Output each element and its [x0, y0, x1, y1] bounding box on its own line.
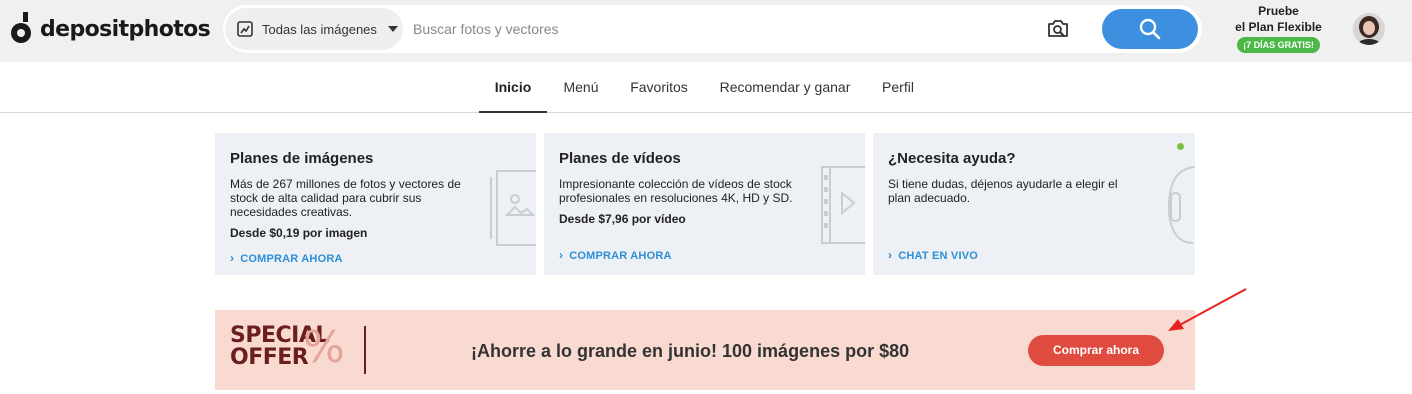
- card-link-label: COMPRAR AHORA: [569, 250, 672, 262]
- magnifier-icon: [1139, 18, 1161, 40]
- buy-images-link[interactable]: › COMPRAR AHORA: [230, 251, 343, 265]
- card-title: Planes de imágenes: [230, 150, 374, 167]
- user-avatar[interactable]: [1353, 13, 1385, 45]
- card-title: ¿Necesita ayuda?: [888, 150, 1016, 167]
- special-offer-banner: SPECIAL OFFER % ¡Ahorre a lo grande en j…: [215, 310, 1195, 390]
- free-trial-badge[interactable]: ¡7 DÍAS GRATIS!: [1237, 37, 1320, 53]
- chevron-down-icon: [387, 26, 398, 32]
- buy-now-button[interactable]: Comprar ahora: [1028, 335, 1164, 366]
- banner-headline: ¡Ahorre a lo grande en junio! 100 imágen…: [471, 341, 910, 361]
- image-type-icon: [237, 21, 253, 37]
- nav-tab-menu[interactable]: Menú: [555, 62, 607, 113]
- card-link-label: COMPRAR AHORA: [240, 253, 343, 265]
- depositphotos-logo[interactable]: depositphotos: [9, 12, 211, 46]
- annotation-arrow-icon: [1168, 288, 1247, 331]
- image-frame-icon: [490, 170, 536, 246]
- camera-search-icon[interactable]: [1046, 17, 1070, 41]
- nav-tab-favoritos[interactable]: Favoritos: [622, 62, 696, 113]
- logo-mark-icon: [9, 12, 35, 46]
- promo-line-1: Pruebe: [1258, 4, 1299, 18]
- video-plans-card: Planes de vídeos Impresionante colección…: [544, 133, 865, 275]
- chevron-right-icon: ›: [230, 251, 235, 265]
- flexible-plan-promo[interactable]: Pruebe el Plan Flexible ¡7 DÍAS GRATIS!: [1226, 3, 1331, 53]
- card-description: Si tiene dudas, déjenos ayudarle a elegi…: [888, 177, 1118, 205]
- percent-sign: %: [303, 322, 345, 373]
- image-type-label: Todas las imágenes: [262, 21, 377, 37]
- card-price: Desde $7,96 por vídeo: [559, 212, 686, 226]
- logo-text: depositphotos: [40, 16, 211, 42]
- chevron-right-icon: ›: [559, 248, 564, 262]
- main-nav: Inicio Menú Favoritos Recomendar y ganar…: [0, 62, 1412, 113]
- live-chat-link[interactable]: › CHAT EN VIVO: [888, 248, 978, 262]
- film-strip-icon: [821, 166, 865, 244]
- image-type-dropdown[interactable]: Todas las imágenes: [225, 8, 403, 50]
- banner-divider: [364, 326, 366, 374]
- card-description: Impresionante colección de vídeos de sto…: [559, 177, 793, 205]
- nav-tab-perfil[interactable]: Perfil: [873, 62, 923, 113]
- search-bar: Todas las imágenes: [223, 5, 1202, 53]
- search-input[interactable]: [413, 15, 1013, 43]
- nav-tab-recomendar[interactable]: Recomendar y ganar: [712, 62, 858, 113]
- card-price: Desde $0,19 por imagen: [230, 226, 368, 240]
- card-title: Planes de vídeos: [559, 150, 681, 167]
- card-description: Más de 267 millones de fotos y vectores …: [230, 177, 461, 219]
- help-card: ¿Necesita ayuda? Si tiene dudas, déjenos…: [873, 133, 1195, 275]
- top-header: depositphotos Todas las imágenes Buscar …: [0, 0, 1412, 62]
- image-plans-card: Planes de imágenes Más de 267 millones d…: [215, 133, 536, 275]
- card-link-label: CHAT EN VIVO: [898, 250, 979, 262]
- promo-line-2: el Plan Flexible: [1235, 20, 1322, 34]
- headset-icon: [1167, 166, 1195, 244]
- chevron-right-icon: ›: [888, 248, 893, 262]
- nav-tab-inicio[interactable]: Inicio: [479, 62, 547, 113]
- buy-videos-link[interactable]: › COMPRAR AHORA: [559, 248, 672, 262]
- online-status-dot: [1177, 143, 1184, 150]
- search-button[interactable]: [1102, 9, 1198, 49]
